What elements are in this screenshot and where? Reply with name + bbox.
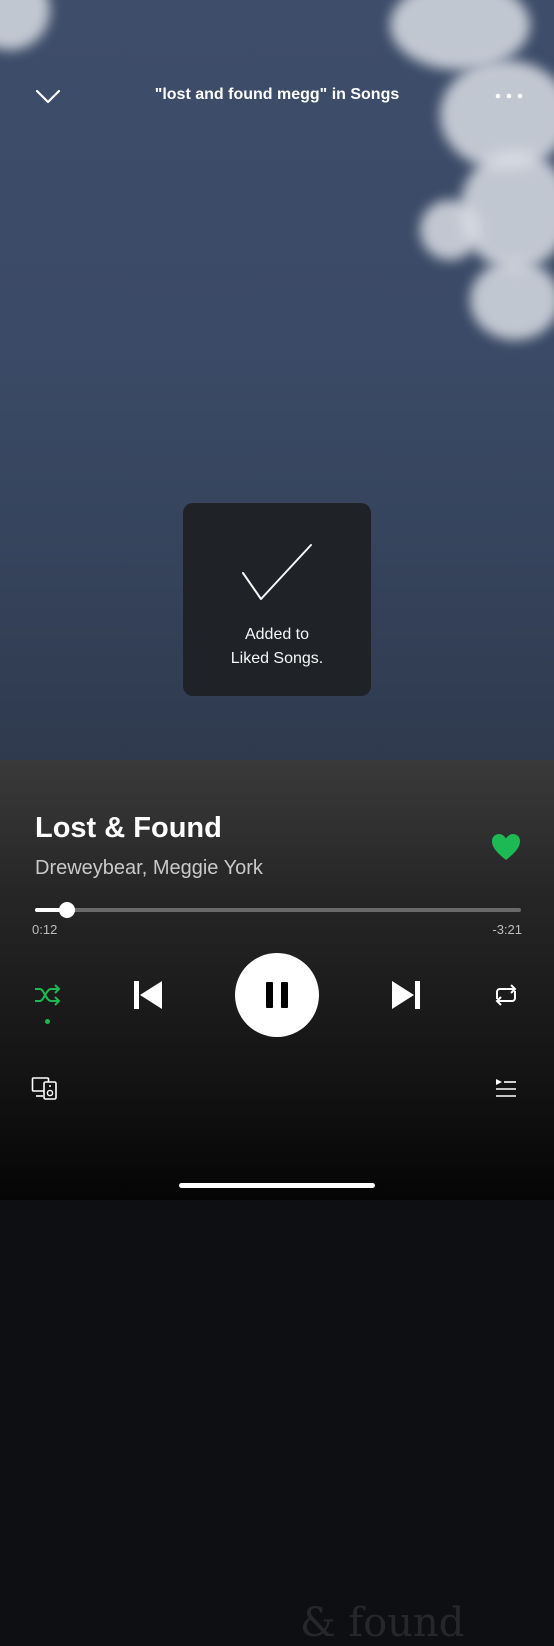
added-to-liked-toast: Added to Liked Songs.	[183, 503, 371, 696]
home-indicator[interactable]	[179, 1183, 375, 1188]
connect-devices-icon[interactable]	[31, 1076, 59, 1102]
toast-line-2: Liked Songs.	[230, 650, 324, 667]
album-art-faint-lettering: & found	[300, 1600, 465, 1646]
remaining-time: -3:21	[492, 922, 522, 937]
repeat-button[interactable]	[488, 980, 524, 1010]
shuffle-button[interactable]	[30, 980, 66, 1010]
queue-icon[interactable]	[494, 1076, 518, 1100]
toast-line-1: Added to	[244, 626, 310, 643]
track-artists[interactable]: Dreweybear, Meggie York	[35, 857, 263, 880]
repeat-icon	[495, 984, 517, 1006]
skip-previous-icon	[134, 981, 162, 1009]
shuffle-icon	[35, 984, 61, 1006]
track-title: Lost & Found	[35, 812, 222, 844]
pause-icon	[266, 982, 288, 1008]
progress-bar[interactable]	[35, 902, 521, 918]
next-button[interactable]	[386, 974, 426, 1016]
checkmark-icon	[242, 544, 312, 600]
more-options-icon[interactable]	[492, 84, 526, 108]
play-pause-button[interactable]	[235, 953, 319, 1037]
elapsed-time: 0:12	[32, 922, 58, 937]
player-header: "lost and found megg" in Songs	[0, 78, 554, 116]
playing-context-title: "lost and found megg" in Songs	[154, 86, 400, 103]
previous-button[interactable]	[128, 974, 168, 1016]
shuffle-active-dot	[45, 1019, 50, 1024]
progress-handle[interactable]	[59, 902, 76, 918]
heart-filled-icon[interactable]	[490, 832, 522, 862]
skip-next-icon	[392, 981, 420, 1009]
